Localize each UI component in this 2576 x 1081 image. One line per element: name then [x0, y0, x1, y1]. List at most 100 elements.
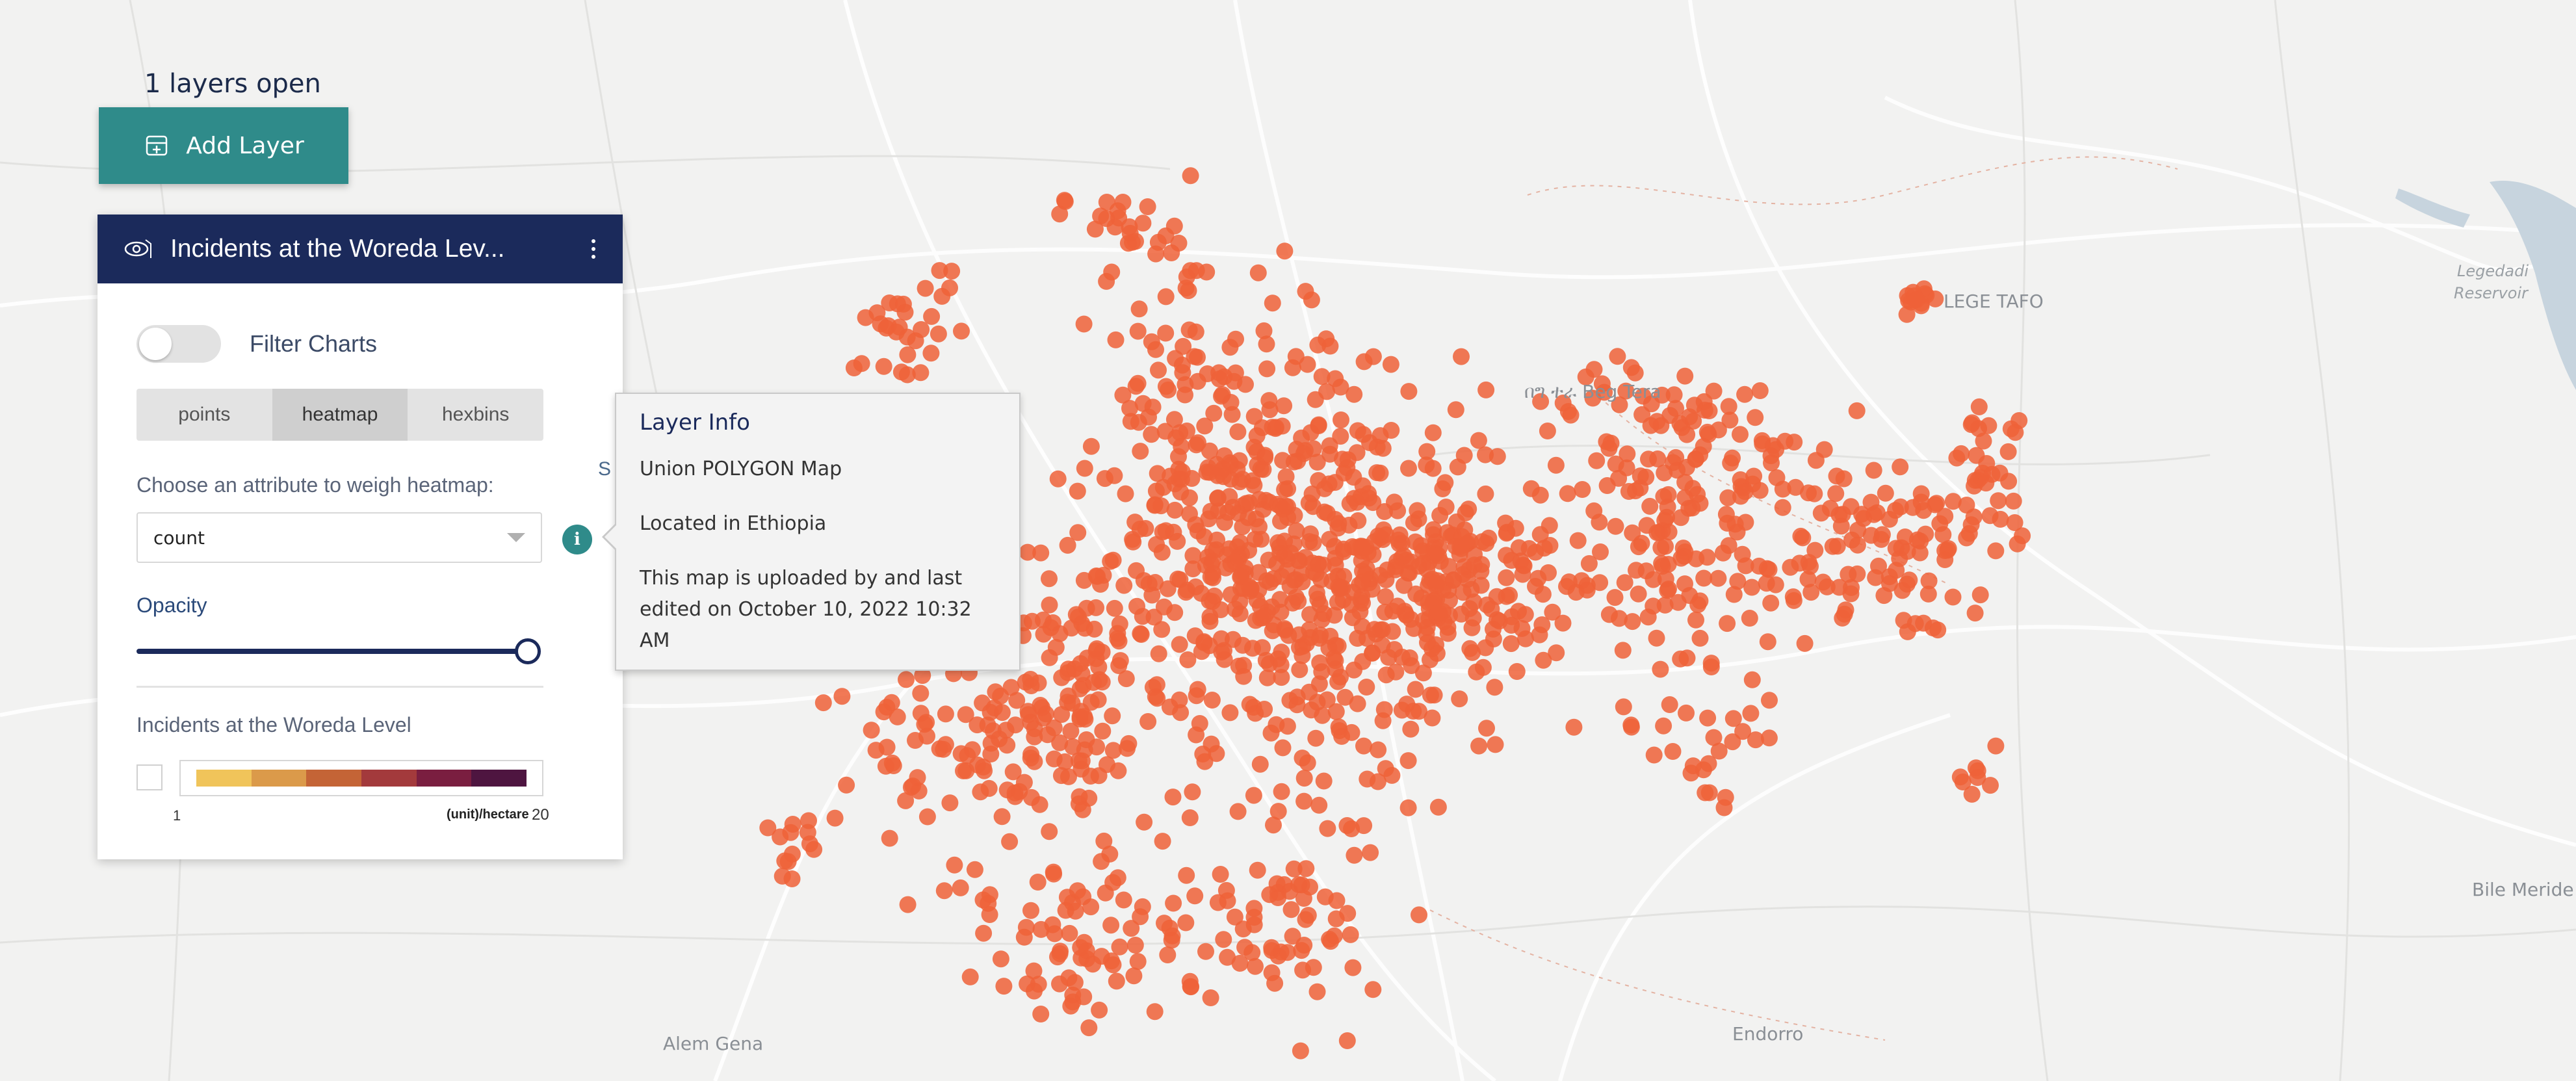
incident-point[interactable]: [1251, 491, 1268, 508]
incident-point[interactable]: [1025, 962, 1043, 980]
incident-point[interactable]: [1017, 918, 1035, 936]
incident-point[interactable]: [1970, 398, 1988, 415]
incident-point[interactable]: [1366, 621, 1383, 638]
incident-point[interactable]: [1715, 799, 1733, 816]
incident-point[interactable]: [1076, 460, 1093, 477]
incident-point[interactable]: [1539, 423, 1556, 439]
tab-points[interactable]: points: [137, 389, 272, 441]
incident-point[interactable]: [1848, 402, 1866, 419]
incident-point[interactable]: [1333, 411, 1349, 428]
incident-point[interactable]: [1344, 609, 1361, 627]
incident-point[interactable]: [1934, 526, 1952, 543]
incident-point[interactable]: [1953, 445, 1970, 462]
incident-point[interactable]: [1659, 486, 1677, 503]
incident-point[interactable]: [966, 861, 983, 878]
incident-point[interactable]: [1734, 545, 1751, 563]
incident-point[interactable]: [1669, 593, 1687, 611]
incident-point[interactable]: [1424, 424, 1442, 441]
incident-point[interactable]: [1136, 813, 1153, 831]
incident-point[interactable]: [1736, 385, 1754, 403]
incident-point[interactable]: [981, 906, 998, 923]
incident-point[interactable]: [1412, 537, 1430, 554]
info-icon[interactable]: i: [562, 525, 592, 554]
incident-point[interactable]: [1132, 908, 1149, 926]
incident-point[interactable]: [1022, 671, 1039, 688]
incident-point[interactable]: [1678, 649, 1696, 667]
incident-point[interactable]: [1641, 497, 1659, 515]
incident-point[interactable]: [1355, 817, 1373, 835]
incident-point[interactable]: [1159, 580, 1177, 597]
incident-point[interactable]: [1877, 484, 1894, 502]
incident-point[interactable]: [1461, 640, 1479, 657]
incident-point[interactable]: [1591, 514, 1608, 531]
incident-point[interactable]: [1699, 709, 1717, 727]
incident-point[interactable]: [1115, 577, 1133, 594]
incident-point[interactable]: [1195, 528, 1213, 545]
incident-point[interactable]: [1181, 972, 1199, 990]
incident-point[interactable]: [1193, 584, 1210, 602]
incident-point[interactable]: [1139, 713, 1157, 730]
incident-point[interactable]: [1203, 692, 1221, 709]
incident-point[interactable]: [1082, 898, 1100, 916]
incident-point[interactable]: [1174, 364, 1191, 382]
incident-point[interactable]: [1880, 568, 1898, 586]
incident-point[interactable]: [898, 671, 915, 688]
incident-point[interactable]: [1255, 461, 1272, 478]
incident-point[interactable]: [1588, 452, 1606, 469]
incident-point[interactable]: [1160, 381, 1177, 398]
incident-point[interactable]: [1807, 452, 1825, 469]
incident-point[interactable]: [1109, 630, 1126, 647]
incident-point[interactable]: [1157, 324, 1175, 342]
incident-point[interactable]: [1346, 846, 1363, 864]
add-layer-button[interactable]: Add Layer: [99, 107, 348, 184]
incident-point[interactable]: [1695, 569, 1713, 587]
incident-point[interactable]: [1665, 386, 1683, 404]
incident-point[interactable]: [1457, 504, 1474, 521]
incident-point[interactable]: [1622, 718, 1640, 736]
incident-point[interactable]: [1329, 673, 1347, 690]
incident-point[interactable]: [1527, 578, 1544, 595]
incident-point[interactable]: [1307, 729, 1325, 747]
incident-point[interactable]: [1181, 809, 1199, 826]
incident-point[interactable]: [1349, 630, 1366, 647]
incident-point[interactable]: [1131, 521, 1149, 538]
incident-point[interactable]: [857, 309, 874, 326]
incident-point[interactable]: [1645, 746, 1663, 764]
incident-point[interactable]: [1251, 755, 1269, 773]
incident-point[interactable]: [1827, 485, 1845, 502]
incident-point[interactable]: [1720, 398, 1737, 415]
incident-point[interactable]: [1478, 596, 1496, 614]
incident-point[interactable]: [1299, 754, 1316, 772]
incident-point[interactable]: [993, 808, 1011, 826]
incident-point[interactable]: [1029, 874, 1047, 891]
incident-point[interactable]: [1128, 597, 1145, 615]
incident-point[interactable]: [1150, 361, 1167, 379]
incident-point[interactable]: [1274, 739, 1292, 757]
incident-point[interactable]: [1153, 543, 1171, 561]
incident-point[interactable]: [916, 716, 933, 733]
incident-point[interactable]: [1069, 524, 1087, 541]
incident-point[interactable]: [1640, 450, 1657, 468]
incident-point[interactable]: [1318, 330, 1335, 348]
incident-point[interactable]: [1680, 500, 1698, 517]
incident-point[interactable]: [1402, 720, 1420, 738]
incident-point[interactable]: [1405, 514, 1422, 532]
incident-point[interactable]: [1041, 570, 1058, 588]
incident-point[interactable]: [1399, 752, 1417, 770]
incident-point[interactable]: [1342, 926, 1359, 943]
incident-point[interactable]: [1261, 401, 1279, 419]
incident-point[interactable]: [1104, 707, 1121, 725]
incident-point[interactable]: [1464, 609, 1482, 627]
incident-point[interactable]: [1407, 681, 1424, 698]
incident-point[interactable]: [1359, 770, 1376, 788]
incident-point[interactable]: [1478, 720, 1495, 737]
incident-point[interactable]: [1873, 530, 1890, 548]
incident-point[interactable]: [1758, 575, 1775, 592]
incident-point[interactable]: [1061, 924, 1078, 942]
incident-point[interactable]: [1607, 517, 1624, 535]
incident-point[interactable]: [1614, 642, 1632, 659]
incident-point[interactable]: [1253, 419, 1271, 436]
incident-point[interactable]: [1274, 501, 1292, 518]
incident-point[interactable]: [1818, 578, 1836, 595]
incident-point[interactable]: [909, 769, 926, 787]
